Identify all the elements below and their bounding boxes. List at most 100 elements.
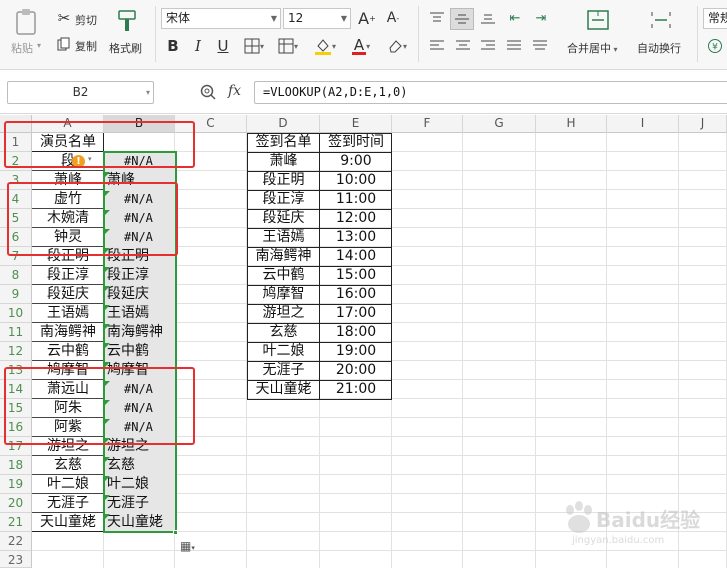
row-header-10[interactable]: 10 [0, 304, 32, 323]
border-icon[interactable]: ▾ [240, 36, 268, 56]
row-header-18[interactable]: 18 [0, 456, 32, 475]
font-size-dropdown[interactable]: 12 ▼ [283, 8, 351, 29]
cell-e2[interactable]: 9:00 [320, 152, 392, 171]
cell-e7[interactable]: 14:00 [320, 247, 392, 266]
cell-e10[interactable]: 17:00 [320, 304, 392, 323]
cell-e8[interactable]: 15:00 [320, 266, 392, 285]
cell-d2[interactable]: 萧峰 [248, 152, 319, 171]
column-header-h[interactable]: H [536, 115, 607, 133]
cell-e6[interactable]: 13:00 [320, 228, 392, 247]
format-painter-label[interactable]: 格式刷 [109, 40, 142, 56]
align-middle-icon[interactable] [450, 8, 474, 30]
increase-indent-icon[interactable]: ⇥ [530, 8, 552, 28]
cell-a11[interactable]: 南海鳄神 [32, 323, 104, 342]
decrease-indent-icon[interactable]: ⇤ [504, 8, 526, 28]
cell-a18[interactable]: 玄慈 [32, 456, 104, 475]
wrap-text-label[interactable]: 自动换行 [637, 40, 681, 56]
zoom-formula-icon[interactable] [199, 83, 217, 101]
cell-d7[interactable]: 南海鳄神 [248, 247, 319, 266]
cell-style-icon[interactable]: ▾ [274, 36, 302, 56]
align-top-icon[interactable] [426, 8, 448, 28]
column-header-j[interactable]: J [679, 115, 727, 133]
row-header-9[interactable]: 9 [0, 285, 32, 304]
cell-d6[interactable]: 王语嫣 [248, 228, 319, 247]
cell-d1[interactable]: 签到名单 [248, 133, 319, 152]
cell-d11[interactable]: 玄慈 [248, 323, 319, 342]
distributed-align-icon[interactable] [529, 36, 551, 56]
paste-label: 粘贴 [11, 42, 33, 55]
row-header-22[interactable]: 22 [0, 532, 32, 551]
row-header-20[interactable]: 20 [0, 494, 32, 513]
align-left-icon[interactable] [426, 36, 448, 56]
insert-function-icon[interactable]: fx [228, 83, 241, 99]
wrap-text-icon[interactable] [648, 8, 674, 32]
merge-center-icon[interactable] [585, 8, 611, 32]
paste-button[interactable] [8, 6, 44, 38]
merge-center-label[interactable]: 合并居中 ▾ [567, 40, 618, 56]
cell-d4[interactable]: 段正淳 [248, 190, 319, 209]
column-header-g[interactable]: G [463, 115, 536, 133]
fill-color-icon[interactable]: ▾ [310, 36, 340, 56]
cell-a10[interactable]: 王语嫣 [32, 304, 104, 323]
row-header-23[interactable]: 23 [0, 551, 32, 568]
chevron-down-icon[interactable]: ▾ [146, 82, 150, 103]
decrease-font-icon[interactable]: A- [383, 8, 403, 28]
cell-d8[interactable]: 云中鹤 [248, 266, 319, 285]
cell-e3[interactable]: 10:00 [320, 171, 392, 190]
currency-icon[interactable]: ¥ [705, 36, 725, 56]
cell-a8[interactable]: 段正淳 [32, 266, 104, 285]
underline-icon[interactable]: U [213, 36, 233, 56]
row-header-11[interactable]: 11 [0, 323, 32, 342]
row-header-21[interactable]: 21 [0, 513, 32, 532]
font-name-dropdown[interactable]: 宋体 ▼ [161, 8, 281, 29]
cut-icon[interactable]: ✂ [56, 9, 72, 27]
align-center-icon[interactable] [452, 36, 474, 56]
paste-dropdown-icon[interactable]: ▾ [37, 41, 41, 50]
column-header-f[interactable]: F [392, 115, 463, 133]
cell-d14[interactable]: 天山童姥 [248, 380, 319, 399]
align-right-icon[interactable] [477, 36, 499, 56]
cell-a12[interactable]: 云中鹤 [32, 342, 104, 361]
cut-label[interactable]: 剪切 [75, 12, 97, 28]
italic-icon[interactable]: I [188, 36, 208, 56]
align-bottom-icon[interactable] [477, 8, 499, 28]
cell-d12[interactable]: 叶二娘 [248, 342, 319, 361]
format-painter-icon[interactable] [114, 8, 140, 34]
cell-a9[interactable]: 段延庆 [32, 285, 104, 304]
cell-e1[interactable]: 签到时间 [320, 133, 392, 152]
cell-d9[interactable]: 鸠摩智 [248, 285, 319, 304]
bold-icon[interactable]: B [163, 36, 183, 56]
number-format-dropdown[interactable]: 常规 [703, 8, 727, 29]
clear-format-icon[interactable]: ▾ [382, 36, 412, 56]
column-header-e[interactable]: E [320, 115, 392, 133]
cell-e12[interactable]: 19:00 [320, 342, 392, 361]
cell-e14[interactable]: 21:00 [320, 380, 392, 399]
increase-font-icon[interactable]: A + [357, 8, 377, 28]
autofill-options-button[interactable]: ▦▾ [180, 537, 210, 555]
cell-e11[interactable]: 18:00 [320, 323, 392, 342]
cell-d5[interactable]: 段延庆 [248, 209, 319, 228]
fill-handle[interactable] [173, 530, 178, 535]
column-header-i[interactable]: I [607, 115, 679, 133]
row-header-12[interactable]: 12 [0, 342, 32, 361]
cell-e5[interactable]: 12:00 [320, 209, 392, 228]
copy-label[interactable]: 复制 [75, 38, 97, 54]
cell-a19[interactable]: 叶二娘 [32, 475, 104, 494]
column-header-d[interactable]: D [247, 115, 320, 133]
cell-e13[interactable]: 20:00 [320, 361, 392, 380]
cell-e9[interactable]: 16:00 [320, 285, 392, 304]
cell-e4[interactable]: 11:00 [320, 190, 392, 209]
formula-input[interactable]: =VLOOKUP(A2,D:E,1,0) [254, 81, 727, 104]
row-header-8[interactable]: 8 [0, 266, 32, 285]
cell-d3[interactable]: 段正明 [248, 171, 319, 190]
font-color-icon[interactable]: A ▾ [346, 36, 376, 56]
cell-d13[interactable]: 无涯子 [248, 361, 319, 380]
name-box[interactable]: B2 ▾ [7, 81, 154, 104]
row-header-19[interactable]: 19 [0, 475, 32, 494]
cell-a20[interactable]: 无涯子 [32, 494, 104, 513]
copy-icon[interactable] [56, 36, 72, 52]
cell-a21[interactable]: 天山童姥 [32, 513, 104, 532]
cell-d10[interactable]: 游坦之 [248, 304, 319, 323]
justify-icon[interactable] [503, 36, 525, 56]
gridline-vertical [462, 133, 463, 568]
